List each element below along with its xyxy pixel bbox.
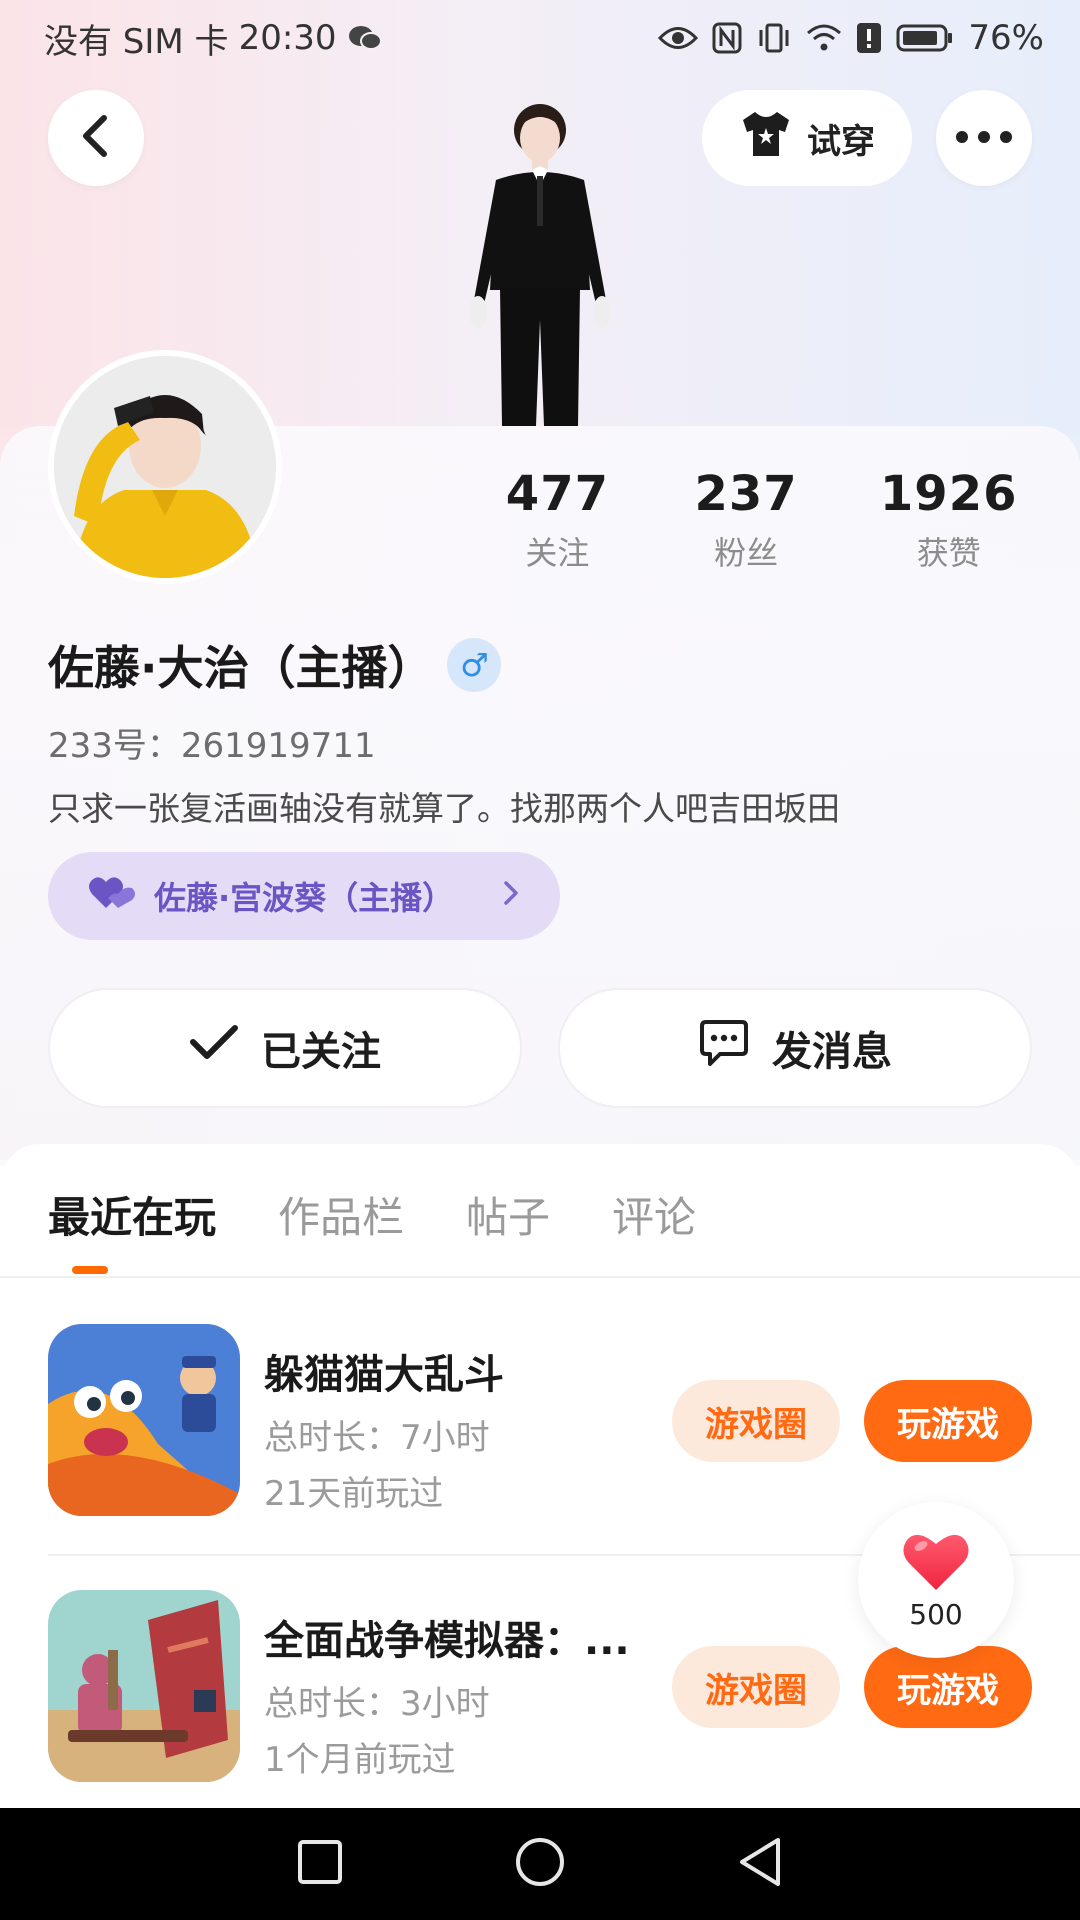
- status-left: 没有 SIM 卡 20:30: [44, 14, 383, 63]
- time-text: 20:30: [238, 18, 337, 58]
- try-on-button[interactable]: 试穿: [702, 90, 912, 186]
- status-bar: 没有 SIM 卡 20:30 76%: [0, 0, 1080, 76]
- game-list-item[interactable]: 躲猫猫大乱斗 总时长：7小时 21天前玩过 游戏圈 玩游戏: [48, 1324, 1032, 1518]
- active-tab-indicator: [72, 1266, 108, 1274]
- tab-recently-played[interactable]: 最近在玩: [48, 1184, 216, 1245]
- nfc-icon: [712, 22, 742, 54]
- checkmark-icon: [189, 1024, 239, 1072]
- play-game-button[interactable]: 玩游戏: [864, 1380, 1032, 1462]
- profile-page: 没有 SIM 卡 20:30 76% 试穿 477 关注 237 粉丝 1926…: [0, 0, 1080, 1920]
- tabs-divider: [0, 1276, 1080, 1278]
- home-circle-icon[interactable]: [514, 1836, 566, 1892]
- cp-relation-pill[interactable]: 佐藤·宫波葵（主播）: [48, 852, 560, 940]
- shirt-icon: [739, 110, 793, 167]
- game-last-played: 1个月前玩过: [264, 1740, 456, 1780]
- game-last-played: 21天前玩过: [264, 1474, 444, 1514]
- battery-icon: [896, 23, 954, 53]
- content-card: 最近在玩 作品栏 帖子 评论 躲猫猫大乱斗 总时长：7小时 21天前玩过 游戏圈…: [0, 1144, 1080, 1808]
- stats-row: 477 关注 237 粉丝 1926 获赞: [470, 466, 1050, 574]
- chevron-right-icon: [502, 877, 520, 915]
- try-on-label: 试穿: [807, 121, 875, 162]
- more-button[interactable]: [936, 90, 1032, 186]
- user-id[interactable]: 233号：261919711: [48, 718, 376, 767]
- game-title: 躲猫猫大乱斗: [264, 1352, 504, 1398]
- name-row: 佐藤·大治（主播） ♂: [48, 632, 502, 698]
- game-duration: 总时长：3小时: [264, 1684, 490, 1724]
- play-game-button[interactable]: 玩游戏: [864, 1646, 1032, 1728]
- user-name: 佐藤·大治（主播）: [48, 641, 434, 695]
- tab-posts[interactable]: 帖子: [466, 1184, 550, 1245]
- game-duration: 总时长：7小时: [264, 1418, 490, 1458]
- chat-bubble-icon: [698, 1018, 750, 1078]
- wifi-icon: [806, 23, 842, 53]
- stat-value: 237: [694, 466, 798, 522]
- followed-button[interactable]: 已关注: [48, 988, 522, 1108]
- avatar-image: [54, 356, 276, 578]
- stat-value: 1926: [879, 466, 1018, 522]
- double-heart-icon: [88, 874, 138, 918]
- stat-likes[interactable]: 1926 获赞: [847, 466, 1050, 574]
- like-float-button[interactable]: 500: [858, 1502, 1014, 1658]
- battery-text: 76%: [968, 18, 1044, 58]
- male-gender-icon: ♂: [447, 638, 502, 692]
- user-bio: 只求一张复活画轴没有就算了。找那两个人吧吉田坂田: [48, 789, 840, 828]
- system-nav-bar: [0, 1808, 1080, 1920]
- more-dots-icon: [955, 129, 1013, 148]
- stat-value: 477: [505, 466, 609, 522]
- like-count: 500: [909, 1597, 963, 1631]
- tab-works[interactable]: 作品栏: [278, 1184, 404, 1245]
- stat-following[interactable]: 477 关注: [470, 466, 645, 574]
- avatar[interactable]: [48, 350, 282, 584]
- heart-icon: [901, 1530, 971, 1596]
- tab-bar: 最近在玩 作品栏 帖子 评论: [48, 1184, 696, 1245]
- vibrate-icon: [756, 22, 792, 54]
- game-title: 全面战争模拟器：...: [264, 1618, 630, 1664]
- alert-sim-icon: [856, 22, 882, 54]
- wechat-icon: [347, 23, 383, 53]
- status-right: 76%: [658, 18, 1044, 58]
- game-circle-button[interactable]: 游戏圈: [672, 1646, 840, 1728]
- stat-fans[interactable]: 237 粉丝: [645, 466, 848, 574]
- character-model[interactable]: [440, 100, 640, 426]
- cp-name: 佐藤·宫波葵（主播）: [154, 879, 455, 917]
- back-triangle-icon[interactable]: [736, 1836, 784, 1892]
- send-message-button[interactable]: 发消息: [558, 988, 1032, 1108]
- followed-label: 已关注: [261, 1029, 381, 1075]
- eye-icon: [658, 25, 699, 51]
- game-icon-hide-and-seek: [48, 1324, 240, 1516]
- chevron-left-icon: [78, 114, 114, 162]
- stat-label: 粉丝: [714, 534, 779, 572]
- recents-square-icon[interactable]: [296, 1838, 344, 1890]
- back-button[interactable]: [48, 90, 144, 186]
- send-message-label: 发消息: [772, 1029, 892, 1075]
- game-circle-button[interactable]: 游戏圈: [672, 1380, 840, 1462]
- stat-label: 关注: [525, 534, 590, 572]
- game-icon-battle-simulator: [48, 1590, 240, 1782]
- tab-comments[interactable]: 评论: [612, 1184, 696, 1245]
- stat-label: 获赞: [916, 534, 981, 572]
- carrier-text: 没有 SIM 卡: [44, 21, 229, 62]
